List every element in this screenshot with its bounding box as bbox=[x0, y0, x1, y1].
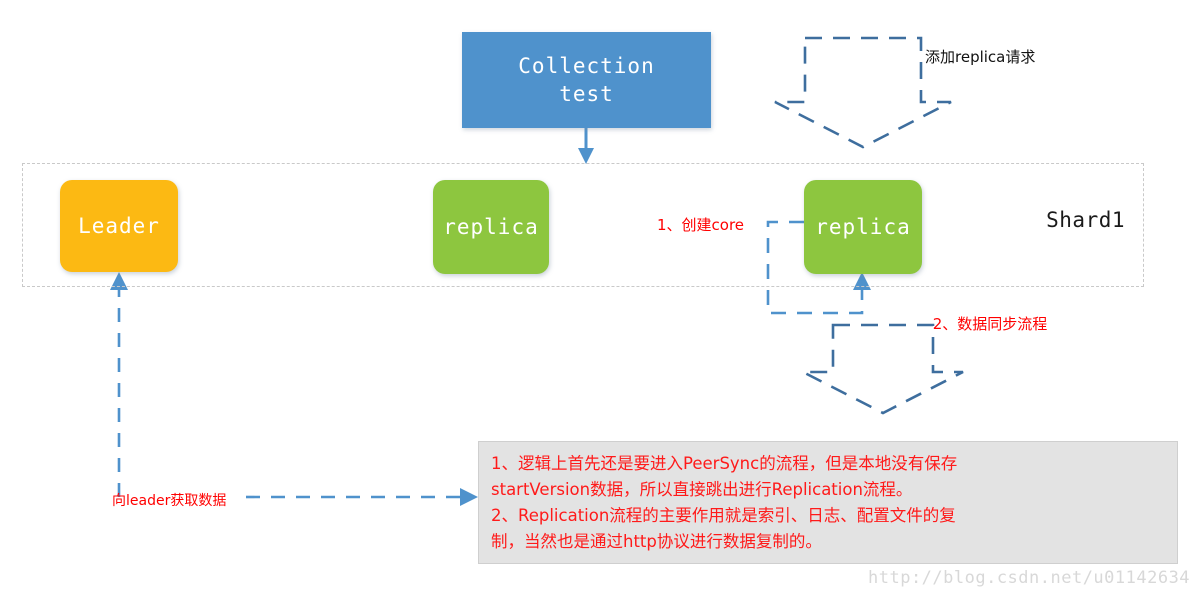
shard-container: Shard1 bbox=[22, 163, 1144, 287]
arrow-collection-to-shard bbox=[578, 128, 594, 164]
note-box: 1、逻辑上首先还是要进入PeerSync的流程，但是本地没有保存 startVe… bbox=[478, 441, 1178, 564]
node-replica-middle-label: replica bbox=[443, 215, 539, 239]
dashed-arrow-to-note-box bbox=[246, 488, 478, 506]
collection-name-line2: test bbox=[559, 82, 614, 106]
node-leader: Leader bbox=[60, 180, 178, 272]
shard-label: Shard1 bbox=[1046, 208, 1125, 232]
node-replica-middle: replica bbox=[433, 180, 549, 274]
watermark: http://blog.csdn.net/u011426341 bbox=[868, 568, 1191, 588]
diagram-canvas: Collection test Shard1 Leader replica re… bbox=[0, 0, 1191, 598]
note-line-2: startVersion数据，所以直接跳出进行Replication流程。 bbox=[491, 480, 913, 499]
note-line-4: 制，当然也是通过http协议进行数据复制的。 bbox=[491, 532, 822, 551]
annotation-fetch-from-leader: 向leader获取数据 bbox=[112, 493, 227, 509]
annotation-data-sync-flow: 2、数据同步流程 bbox=[932, 315, 1048, 333]
node-leader-label: Leader bbox=[78, 214, 160, 238]
node-replica-right: replica bbox=[804, 180, 922, 274]
node-replica-right-label: replica bbox=[815, 215, 911, 239]
note-line-3: 2、Replication流程的主要作用就是索引、日志、配置文件的复 bbox=[491, 506, 956, 525]
annotation-add-replica-request: 添加replica请求 bbox=[925, 48, 1036, 66]
dashed-arrow-to-leader bbox=[110, 272, 128, 497]
collection-name-line1: Collection bbox=[518, 54, 655, 78]
annotation-create-core: 1、创建core bbox=[657, 216, 745, 234]
collection-box: Collection test bbox=[462, 32, 711, 128]
note-line-1: 1、逻辑上首先还是要进入PeerSync的流程，但是本地没有保存 bbox=[491, 454, 958, 473]
dashed-block-arrow-data-sync bbox=[802, 323, 964, 415]
